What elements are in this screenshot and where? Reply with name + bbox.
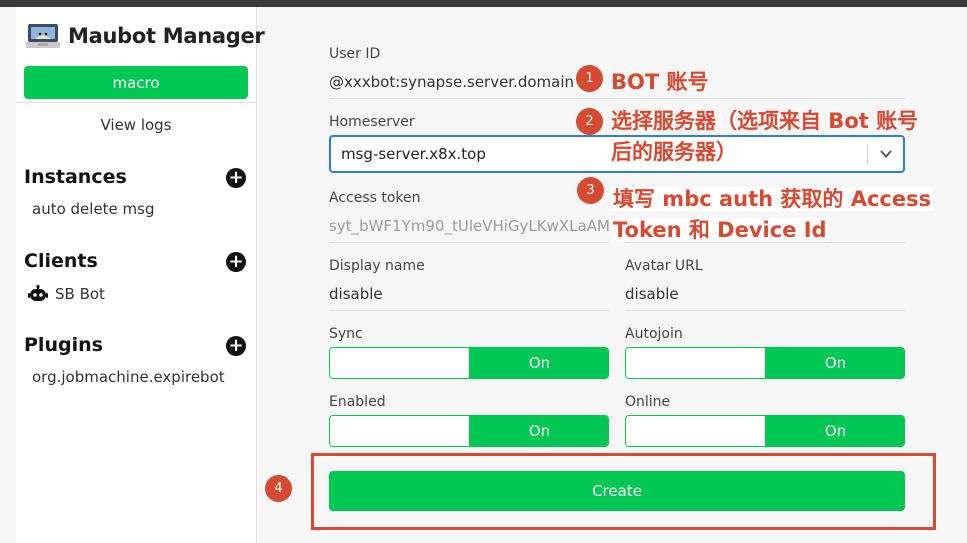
app-title: Maubot Manager: [68, 24, 265, 48]
enabled-toggle[interactable]: On: [329, 415, 609, 447]
autojoin-toggle-off[interactable]: [626, 348, 766, 378]
display-name-field[interactable]: disable: [329, 285, 383, 303]
online-toggle-on[interactable]: On: [766, 416, 904, 446]
chevron-down-icon[interactable]: [879, 148, 893, 160]
sync-toggle[interactable]: On: [329, 347, 609, 379]
enabled-toggle-off[interactable]: [330, 416, 470, 446]
annotation-note-2-line-1: 选择服务器（选项来自 Bot 账号: [611, 109, 919, 133]
view-logs-link[interactable]: View logs: [16, 116, 256, 134]
display-name-label: Display name: [329, 258, 425, 274]
annotation-note-3-line-1: 填写 mbc auth 获取的 Access: [611, 183, 934, 213]
access-token-field[interactable]: syt_bWF1Ym90_tUleVHiGyLKwXLaAM: [329, 217, 609, 235]
access-token-label: Access token: [329, 190, 421, 206]
section-title-instances: Instances: [24, 166, 127, 188]
user-id-value[interactable]: @xxxbot:synapse.server.domain: [329, 73, 574, 91]
sidebar-item-client[interactable]: SB Bot: [28, 285, 105, 303]
sidebar-item-plugin[interactable]: org.jobmachine.expirebot: [32, 368, 225, 386]
avatar-url-field[interactable]: disable: [625, 285, 679, 303]
online-label: Online: [625, 394, 671, 410]
access-token-underline: [329, 242, 609, 243]
homeserver-label: Homeserver: [329, 114, 415, 130]
add-plugin-icon[interactable]: +: [226, 336, 246, 356]
annotation-marker-4: 4: [265, 475, 292, 502]
annotation-marker-2: 2: [576, 108, 603, 135]
avatar-url-underline: [625, 310, 905, 311]
enabled-toggle-on[interactable]: On: [470, 416, 608, 446]
maubot-logo-icon: [26, 24, 60, 48]
sidebar-item-label: SB Bot: [55, 285, 105, 303]
sync-toggle-on[interactable]: On: [470, 348, 608, 378]
sidebar: Maubot Manager macro View logs Instances…: [16, 7, 265, 543]
user-button[interactable]: macro: [24, 66, 248, 99]
sidebar-item-label: org.jobmachine.expirebot: [32, 368, 225, 386]
add-client-icon[interactable]: +: [226, 252, 246, 272]
sidebar-divider: [16, 102, 256, 103]
annotation-marker-3: 3: [577, 177, 604, 204]
select-separator: [867, 145, 868, 163]
display-name-underline: [329, 310, 609, 311]
annotation-note-2-line-2: 后的服务器）: [611, 140, 737, 164]
autojoin-label: Autojoin: [625, 326, 683, 342]
annotation-note-3-text-2: Token 和 Device Id: [611, 218, 829, 242]
robot-icon: [28, 285, 48, 301]
enabled-label: Enabled: [329, 394, 386, 410]
window-top-bar: [0, 0, 967, 7]
sidebar-item-label: auto delete msg: [32, 200, 155, 218]
autojoin-toggle-on[interactable]: On: [766, 348, 904, 378]
annotation-note-3-text-1: 填写 mbc auth 获取的 Access: [611, 187, 934, 211]
online-toggle-off[interactable]: [626, 416, 766, 446]
user-id-underline: [329, 98, 905, 99]
add-instance-icon[interactable]: +: [226, 168, 246, 188]
annotation-note-1: BOT 账号: [611, 70, 709, 94]
brand[interactable]: Maubot Manager: [26, 21, 265, 51]
create-highlight-box: [311, 453, 936, 530]
annotation-marker-1: 1: [576, 65, 603, 92]
avatar-url-label: Avatar URL: [625, 258, 703, 274]
autojoin-toggle[interactable]: On: [625, 347, 905, 379]
user-id-label: User ID: [329, 46, 381, 62]
sync-label: Sync: [329, 326, 363, 342]
section-title-plugins: Plugins: [24, 334, 103, 356]
homeserver-selected-value: msg-server.x8x.top: [341, 145, 486, 163]
sidebar-item-instance[interactable]: auto delete msg: [32, 200, 155, 218]
section-title-clients: Clients: [24, 250, 98, 272]
sync-toggle-off[interactable]: [330, 348, 470, 378]
annotation-note-3-line-2: Token 和 Device Id: [611, 214, 829, 244]
online-toggle[interactable]: On: [625, 415, 905, 447]
